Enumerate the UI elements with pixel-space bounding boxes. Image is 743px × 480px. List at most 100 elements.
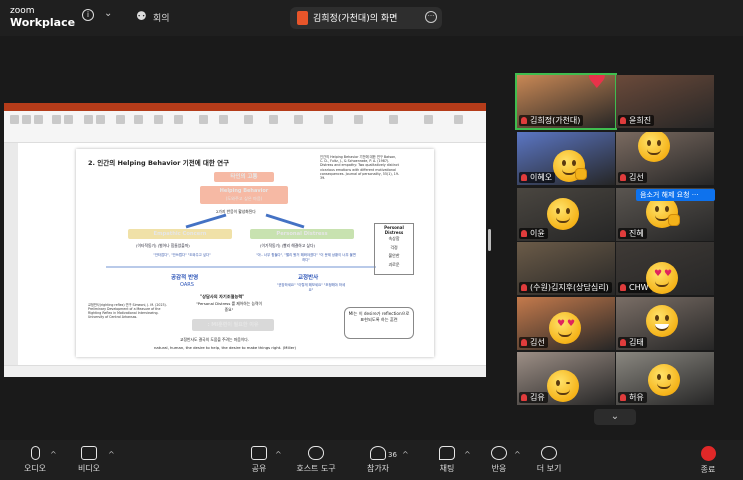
participant-name-text: 이윤 — [530, 229, 545, 238]
slide-center-quote-2: "Personal Distress 를 제어하는 능력이 중요" — [196, 301, 262, 312]
ribbon-icon[interactable] — [22, 115, 31, 124]
smile-emoji-icon — [646, 305, 678, 337]
ribbon-icon[interactable] — [424, 115, 433, 124]
participant-name-text: 허유 — [629, 393, 644, 402]
participant-name: 김태 — [618, 337, 647, 348]
meeting-icon: ⚉ — [136, 9, 147, 23]
slide-thumbnails[interactable] — [4, 143, 18, 365]
participant-name: 김선 — [519, 337, 548, 348]
distress-list-item: 걱정 — [390, 244, 398, 250]
end-label: 종료 — [700, 465, 716, 474]
mic-muted-icon — [620, 339, 626, 346]
participant-name-text: 김선 — [629, 173, 644, 182]
share-button-label: 공유 — [251, 464, 267, 473]
participant-tile[interactable]: 김선 ♥ ♥ — [517, 297, 615, 350]
chevron-up-icon[interactable]: ^ — [50, 450, 57, 459]
slide-footer-en: natural, human, the desire to help, the … — [154, 345, 296, 350]
more-button[interactable]: 더 보기 — [532, 446, 566, 474]
participant-name: 허유 — [618, 392, 647, 403]
chat-button[interactable]: 채팅 — [432, 446, 462, 474]
ribbon-icon[interactable] — [84, 115, 93, 124]
mic-muted-icon — [620, 284, 626, 291]
shared-screen[interactable]: 2. 인간의 Helping Behavior 기전에 대한 연구 인간의 He… — [4, 103, 486, 377]
slide-right-blue-1: 교정반사 — [298, 275, 319, 281]
ribbon-icon[interactable] — [10, 115, 19, 124]
heart-eyes-emoji-icon: ♥ ♥ — [646, 262, 678, 294]
smile-emoji-icon — [638, 132, 670, 162]
ribbon-icon[interactable] — [52, 115, 61, 124]
ask-to-unmute-label[interactable]: 음소거 해제 요청 ··· — [636, 189, 715, 201]
chevron-down-icon[interactable]: ⌄ — [594, 409, 636, 425]
participant-tile[interactable]: 윤희진 — [616, 75, 714, 128]
participant-tile[interactable]: (수원)김지후(상담심리) — [517, 242, 615, 295]
distress-list-item: 속상함 — [388, 236, 400, 241]
ribbon-icon[interactable] — [116, 115, 125, 124]
reactions-button[interactable]: 반응 — [484, 446, 514, 474]
share-button[interactable]: 공유 — [244, 446, 274, 474]
mic-muted-icon — [521, 117, 527, 124]
heart-reaction-icon: ♥ — [587, 75, 607, 94]
ribbon-icon[interactable] — [244, 115, 253, 124]
panel-resize-handle[interactable] — [488, 229, 491, 251]
ribbon-icon[interactable] — [354, 115, 363, 124]
gallery-scroll[interactable]: ⌄ — [594, 405, 636, 425]
mic-muted-icon — [521, 230, 527, 237]
meeting-label[interactable]: 회의 — [153, 11, 170, 24]
participant-tile[interactable]: 김태 — [616, 297, 714, 350]
participant-name: (수원)김지후(상담심리) — [519, 282, 612, 293]
mic-muted-icon — [521, 174, 527, 181]
audio-button[interactable]: 오디오 — [20, 446, 50, 474]
chevron-up-icon[interactable]: ^ — [464, 450, 471, 459]
chevron-up-icon[interactable]: ^ — [402, 450, 409, 459]
video-button[interactable]: 비디오 — [74, 446, 104, 474]
ribbon-icon[interactable] — [269, 115, 278, 124]
participant-tile[interactable]: 이윤 — [517, 188, 615, 241]
share-badge-icon — [297, 11, 308, 25]
slide-left-sub: (이타적동기) (벌어나 힘들었을까) — [136, 243, 190, 248]
participant-name-text: 김태 — [629, 338, 644, 347]
ppt-ribbon — [4, 111, 486, 143]
heart-eyes-emoji-icon: ♥ ♥ — [549, 312, 581, 344]
slide-box-personal-distress: Personal Distress — [250, 229, 354, 239]
mic-muted-icon — [620, 174, 626, 181]
chevron-up-icon[interactable]: ^ — [108, 450, 115, 459]
ribbon-icon[interactable] — [34, 115, 43, 124]
participant-tile[interactable]: 김유 — [517, 352, 615, 405]
participant-tile[interactable]: 김희정(가천대) ♥ — [515, 73, 617, 130]
participant-tile[interactable]: 허유 — [616, 352, 714, 405]
participant-name: 김유 — [519, 392, 548, 403]
chevron-down-icon[interactable]: ⌄ — [104, 8, 112, 19]
participants-label: 참가자 — [366, 464, 390, 473]
participant-name-text: 이혜오 — [530, 173, 553, 182]
participant-tile[interactable]: 이혜오 — [517, 132, 615, 185]
slide-center-quote-1: "상담사의 자기조절능력" — [200, 294, 245, 299]
end-button[interactable]: 종료 — [693, 446, 723, 475]
chevron-up-icon[interactable]: ^ — [275, 450, 282, 459]
more-options-icon[interactable]: ··· — [425, 11, 437, 23]
ribbon-icon[interactable] — [174, 115, 183, 124]
ribbon-icon[interactable] — [454, 115, 463, 124]
ribbon-icon[interactable] — [154, 115, 163, 124]
slide-footer-kr: 교정반사도 결국의 도움을 주려는 마음이다. — [180, 337, 249, 342]
participants-count: 36 — [388, 451, 397, 459]
ribbon-icon[interactable] — [219, 115, 228, 124]
host-tools-button[interactable]: 호스트 도구 — [292, 446, 340, 474]
mic-muted-icon — [620, 230, 626, 237]
ppt-titlebar — [4, 103, 486, 111]
ribbon-icon[interactable] — [294, 115, 303, 124]
slide-distress-list: Personal Distress 속상함 걱정 불안한 괴로운 — [374, 223, 414, 275]
info-icon[interactable]: i — [82, 9, 94, 21]
slide-left-blue-2: OARS — [180, 282, 194, 288]
ribbon-icon[interactable] — [96, 115, 105, 124]
ribbon-icon[interactable] — [64, 115, 73, 124]
heart-icon — [491, 446, 507, 460]
participant-tile[interactable]: 김선 — [616, 132, 714, 185]
ribbon-icon[interactable] — [199, 115, 208, 124]
share-screen-icon — [251, 446, 267, 460]
chevron-up-icon[interactable]: ^ — [514, 450, 521, 459]
ribbon-icon[interactable] — [324, 115, 333, 124]
participant-tile[interactable]: CHW ♥ ♥ — [616, 242, 714, 295]
ribbon-icon[interactable] — [134, 115, 143, 124]
slide-right-quote: "아.. 너무 힘들다", "빨리 봤거 해봐야겠다" "이 문제 상황이 너무… — [256, 253, 356, 262]
ribbon-icon[interactable] — [389, 115, 398, 124]
